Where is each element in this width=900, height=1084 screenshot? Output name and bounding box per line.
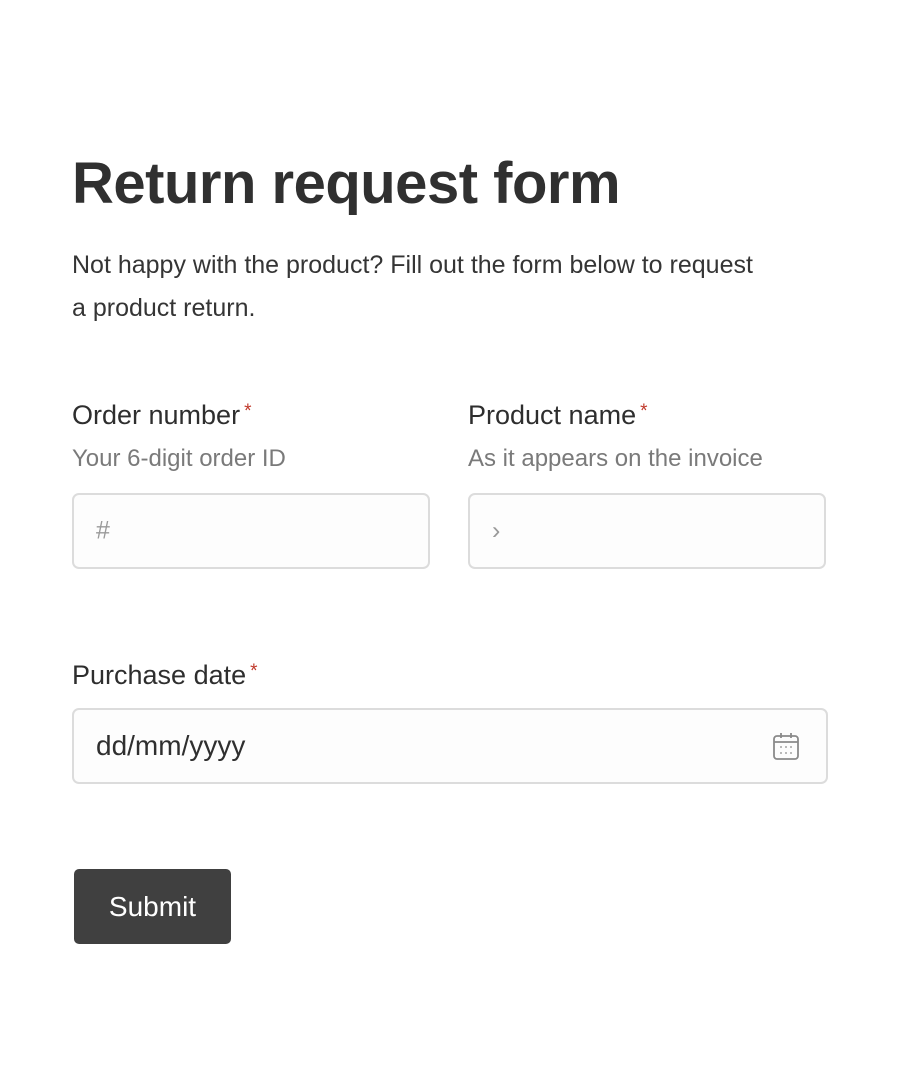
required-asterisk: * — [640, 401, 648, 422]
product-name-label: Product name * — [468, 398, 826, 432]
purchase-date-field: Purchase date * dd/mm/yyyy — [72, 658, 828, 784]
order-number-input[interactable] — [126, 495, 416, 567]
form-intro: Not happy with the product? Fill out the… — [72, 251, 753, 322]
product-name-input[interactable] — [522, 495, 812, 567]
product-name-hint: As it appears on the invoice — [468, 445, 763, 472]
page-title: Return request form — [72, 151, 621, 216]
calendar-icon[interactable] — [772, 731, 800, 761]
required-asterisk: * — [250, 661, 258, 682]
submit-button[interactable]: Submit — [74, 869, 231, 944]
order-number-label-text: Order number — [72, 400, 241, 430]
purchase-date-label-text: Purchase date — [72, 660, 247, 690]
chevron-right-icon: › — [492, 516, 501, 545]
order-number-hint: Your 6-digit order ID — [72, 445, 286, 472]
order-number-field: Order number * Your 6-digit order ID # — [72, 398, 430, 570]
purchase-date-label: Purchase date * — [72, 658, 828, 692]
order-number-input-box[interactable]: # — [72, 493, 430, 569]
order-number-label: Order number * — [72, 398, 430, 432]
purchase-date-input[interactable]: dd/mm/yyyy — [72, 708, 828, 784]
product-name-input-box[interactable]: › — [468, 493, 826, 569]
required-asterisk: * — [244, 401, 252, 422]
product-name-label-text: Product name — [468, 400, 637, 430]
product-name-field: Product name * As it appears on the invoi… — [468, 398, 826, 570]
date-placeholder: dd/mm/yyyy — [96, 730, 246, 761]
hash-icon: # — [96, 516, 110, 545]
